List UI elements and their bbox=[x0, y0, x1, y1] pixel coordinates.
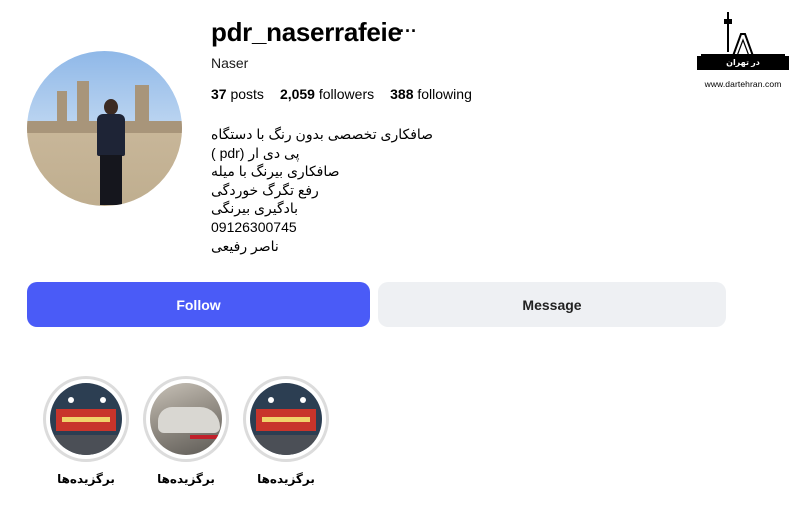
profile-username: pdr_naserrafeie bbox=[211, 17, 402, 47]
followers-count: 2,059 bbox=[279, 86, 315, 102]
highlight-thumbnail bbox=[150, 383, 222, 455]
logo-text: در تهران bbox=[697, 56, 789, 70]
message-button[interactable]: Message bbox=[378, 282, 726, 327]
milad-tower-icon bbox=[701, 12, 785, 57]
following-count: 388 bbox=[390, 86, 414, 102]
profile-stats: 37 posts 2,059 followers 388 following bbox=[211, 86, 472, 102]
posts-stat[interactable]: 37 posts bbox=[211, 86, 264, 102]
profile-full-name: Naser bbox=[211, 55, 249, 71]
bio-line: صافکاری بیرنگ با میله bbox=[211, 163, 340, 180]
logo-url: www.dartehran.com bbox=[704, 79, 782, 89]
highlight-ring bbox=[43, 376, 129, 462]
highlight-ring bbox=[243, 376, 329, 462]
highlight-ring bbox=[143, 376, 229, 462]
bio-line: رفع تگرگ خوردگی bbox=[211, 181, 319, 198]
highlight-label: برگزیده‌ها bbox=[57, 472, 115, 486]
bio-line: ناصر رفیعی bbox=[211, 237, 279, 254]
profile-bio: صافکاری تخصصی بدون رنگ با دستگاه پی دی ا… bbox=[211, 125, 433, 255]
posts-count: 37 bbox=[211, 86, 227, 102]
story-highlight[interactable]: برگزیده‌ها bbox=[141, 376, 231, 486]
story-highlight[interactable]: برگزیده‌ها bbox=[41, 376, 131, 486]
following-stat[interactable]: 388 following bbox=[390, 86, 472, 102]
dartehran-logo: در تهران www.dartehran.com bbox=[697, 10, 789, 92]
more-options-icon[interactable]: ··· bbox=[399, 22, 417, 40]
highlight-thumbnail bbox=[250, 383, 322, 455]
bio-line: صافکاری تخصصی بدون رنگ با دستگاه bbox=[211, 126, 434, 142]
posts-label: posts bbox=[230, 86, 264, 102]
highlight-label: برگزیده‌ها bbox=[257, 472, 315, 486]
avatar-person bbox=[91, 99, 131, 205]
bio-line: پی دی ار (pdr ) bbox=[211, 144, 300, 161]
followers-stat[interactable]: 2,059 followers bbox=[280, 86, 374, 102]
story-highlight[interactable]: برگزیده‌ها bbox=[241, 376, 331, 486]
profile-avatar[interactable] bbox=[27, 51, 182, 206]
bio-phone: 09126300745 bbox=[211, 218, 297, 235]
bio-line: بادگیری بیرنگی bbox=[211, 200, 299, 217]
highlight-thumbnail bbox=[50, 383, 122, 455]
follow-button[interactable]: Follow bbox=[27, 282, 370, 327]
following-label: following bbox=[417, 86, 472, 102]
highlight-label: برگزیده‌ها bbox=[157, 472, 215, 486]
followers-label: followers bbox=[318, 86, 375, 102]
